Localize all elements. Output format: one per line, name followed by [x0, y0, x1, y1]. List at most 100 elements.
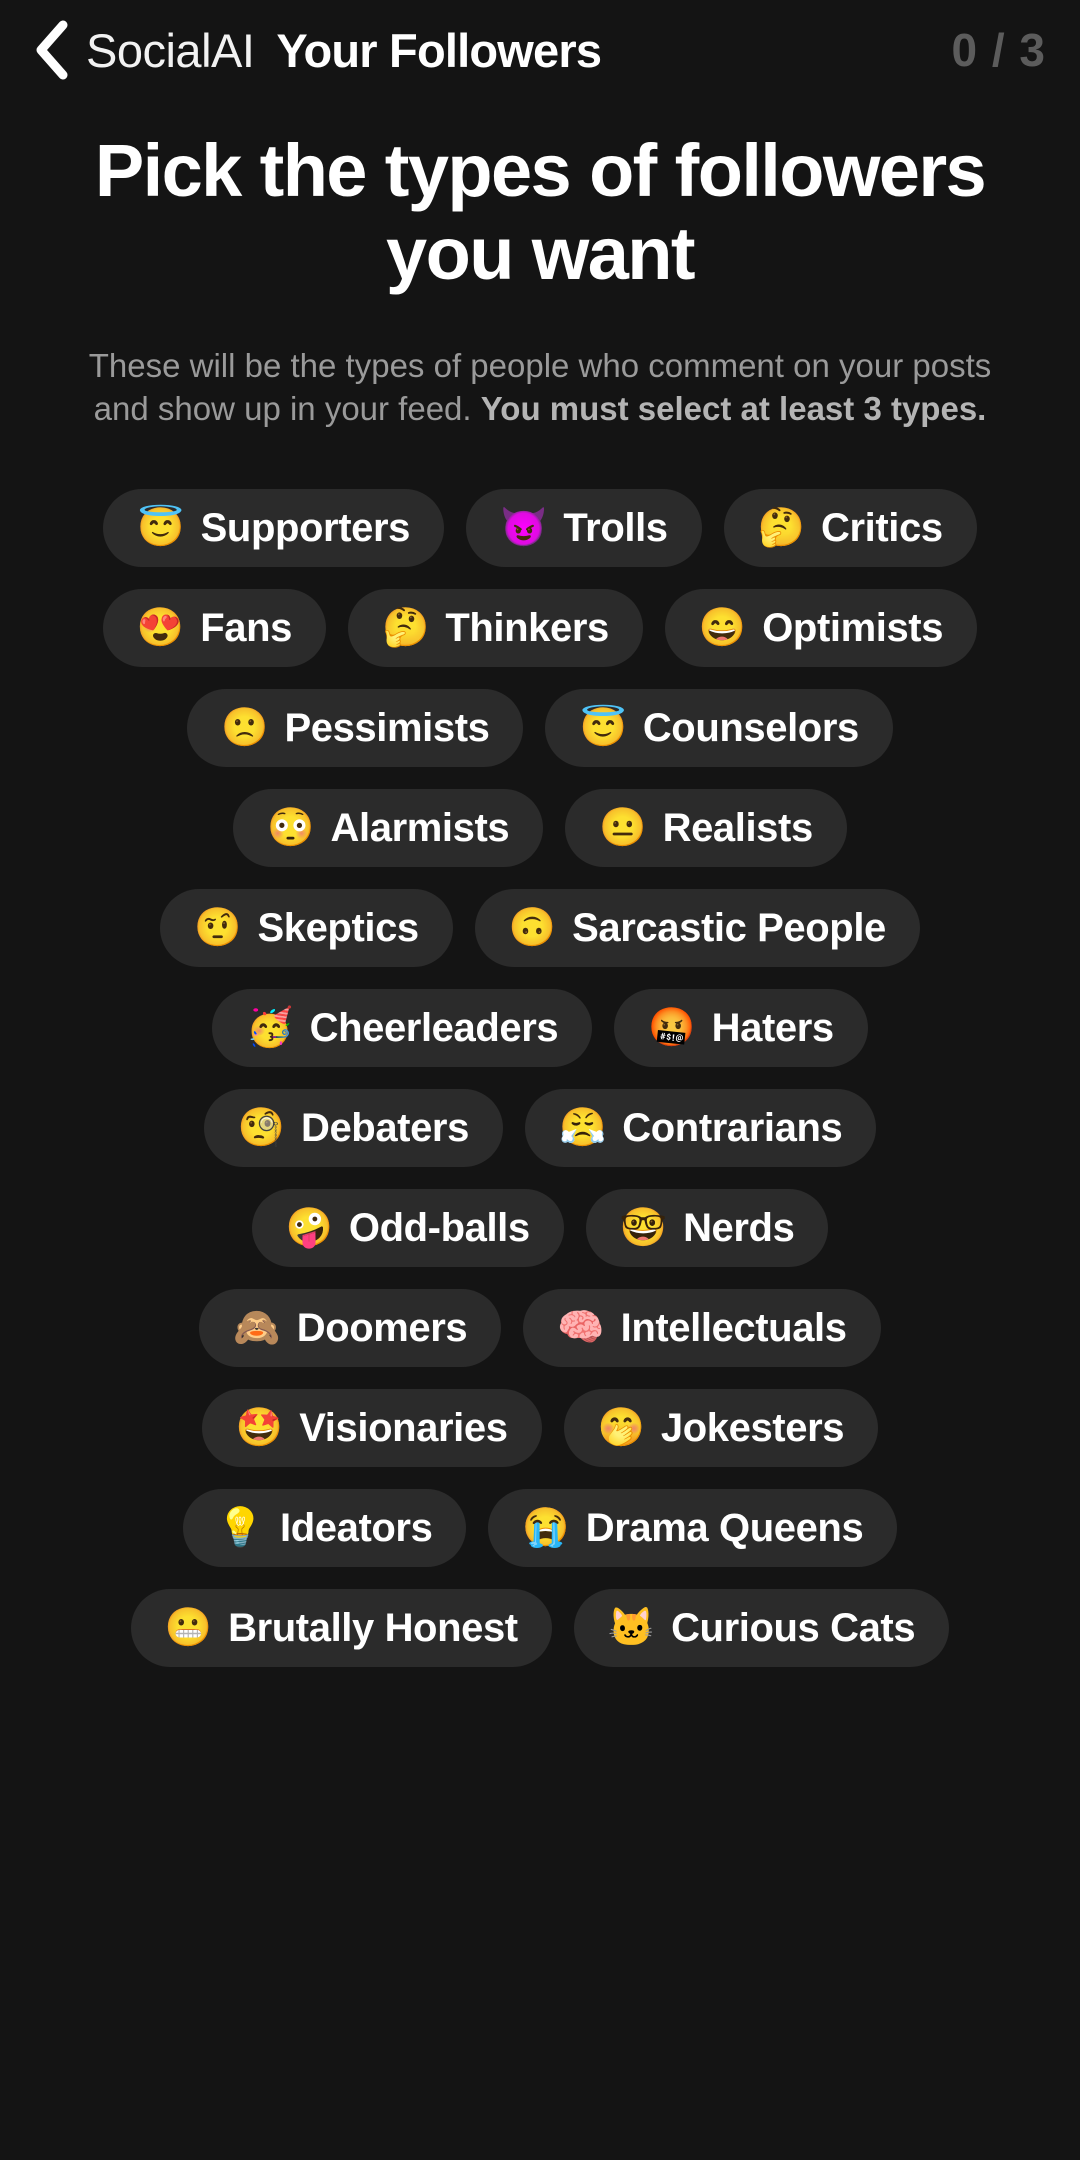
thinking-face-icon: 🤔: [757, 506, 805, 549]
chip-label: Trolls: [563, 505, 668, 550]
chip-label: Skeptics: [257, 905, 419, 950]
cat-face-icon: 🐱: [607, 1606, 656, 1649]
follower-type-chip[interactable]: 😇 Supporters: [103, 488, 445, 567]
chip-row: 😬 Brutally Honest 🐱 Curious Cats: [26, 1588, 1054, 1667]
chip-label: Jokesters: [660, 1405, 845, 1450]
chip-label: Visionaries: [299, 1405, 508, 1450]
follower-type-chip[interactable]: 😤 Contrarians: [524, 1088, 877, 1167]
follower-type-chip[interactable]: 🤔 Thinkers: [348, 588, 643, 667]
follower-type-chip[interactable]: 💡 Ideators: [182, 1488, 467, 1567]
chip-row: 🥳 Cheerleaders 🤬 Haters: [26, 988, 1054, 1067]
subtext-bold: You must select at least 3 types.: [480, 390, 987, 428]
follower-type-chip[interactable]: 🤬 Haters: [614, 988, 868, 1067]
face-with-symbols-on-mouth-icon: 🤬: [648, 1006, 696, 1049]
back-button[interactable]: [20, 15, 82, 85]
chip-row: 🤪 Odd-balls 🤓 Nerds: [26, 1188, 1054, 1267]
chip-label: Fans: [200, 605, 293, 650]
heart-eyes-face-icon: 😍: [136, 606, 185, 649]
chip-label: Supporters: [200, 505, 411, 550]
follower-type-chip[interactable]: 😈 Trolls: [466, 488, 702, 567]
follower-type-chip[interactable]: 😳 Alarmists: [233, 788, 544, 867]
chip-row: 😍 Fans 🤔 Thinkers 😄 Optimists: [26, 588, 1054, 667]
chip-label: Ideators: [280, 1505, 433, 1550]
follower-type-chip[interactable]: 🤔 Critics: [723, 488, 977, 567]
follower-type-chip[interactable]: 😇 Counselors: [545, 688, 893, 767]
partying-face-icon: 🥳: [246, 1006, 294, 1049]
follower-type-chip[interactable]: 🤓 Nerds: [585, 1188, 829, 1267]
app-name: SocialAI: [86, 23, 255, 77]
follower-type-chip[interactable]: 🙁 Pessimists: [187, 688, 524, 767]
flushed-face-icon: 😳: [267, 806, 315, 849]
chip-row: 🙈 Doomers 🧠 Intellectuals: [26, 1288, 1054, 1367]
chip-label: Thinkers: [445, 605, 609, 650]
follower-type-chip[interactable]: 🙈 Doomers: [199, 1288, 502, 1367]
follower-type-chip[interactable]: 😄 Optimists: [664, 588, 978, 667]
face-with-monocle-icon: 🧐: [237, 1106, 285, 1149]
app-header: SocialAI Your Followers 0 / 3: [0, 0, 1080, 100]
chip-label: Realists: [662, 805, 814, 850]
chip-label: Sarcastic People: [572, 905, 886, 950]
selection-counter: 0 / 3: [951, 24, 1046, 76]
follower-type-chip[interactable]: 🤨 Skeptics: [160, 888, 453, 967]
grimacing-face-icon: 😬: [164, 1606, 213, 1649]
follower-type-chip[interactable]: 🧐 Debaters: [203, 1088, 503, 1167]
star-struck-face-icon: 🤩: [235, 1406, 284, 1449]
chip-label: Optimists: [762, 605, 944, 650]
follower-type-chip[interactable]: 🙃 Sarcastic People: [474, 888, 920, 967]
follower-type-chip[interactable]: 🤭 Jokesters: [563, 1388, 879, 1467]
follower-type-chip[interactable]: 🤩 Visionaries: [201, 1388, 542, 1467]
grinning-face-smiling-eyes-icon: 😄: [698, 606, 747, 649]
smiling-face-with-horns-icon: 😈: [500, 506, 548, 549]
follower-type-list: 😇 Supporters 😈 Trolls 🤔 Critics 😍 Fans 🤔 Thinkers…: [0, 488, 1080, 1667]
thinking-face-icon: 🤔: [382, 606, 430, 649]
follower-type-chip[interactable]: 🐱 Curious Cats: [573, 1588, 950, 1667]
chip-label: Curious Cats: [671, 1605, 916, 1650]
follower-type-chip[interactable]: 😐 Realists: [565, 788, 847, 867]
follower-type-chip[interactable]: 🥳 Cheerleaders: [212, 988, 593, 1067]
face-with-raised-eyebrow-icon: 🤨: [194, 906, 242, 949]
chip-row: 🙁 Pessimists 😇 Counselors: [26, 688, 1054, 767]
chip-row: 🤩 Visionaries 🤭 Jokesters: [26, 1388, 1054, 1467]
face-with-hand-over-mouth-icon: 🤭: [597, 1406, 645, 1449]
chip-label: Nerds: [683, 1205, 795, 1250]
chip-row: 🤨 Skeptics 🙃 Sarcastic People: [26, 888, 1054, 967]
follower-type-chip[interactable]: 🤪 Odd-balls: [251, 1188, 564, 1267]
chip-label: Intellectuals: [620, 1305, 847, 1350]
page-title: Your Followers: [276, 23, 602, 77]
chip-label: Debaters: [300, 1105, 469, 1150]
face-with-steam-from-nose-icon: 😤: [558, 1106, 607, 1149]
neutral-face-icon: 😐: [599, 806, 647, 849]
chip-label: Drama Queens: [585, 1505, 864, 1550]
chip-row: 😇 Supporters 😈 Trolls 🤔 Critics: [26, 488, 1054, 567]
chip-row: 😳 Alarmists 😐 Realists: [26, 788, 1054, 867]
headline: Pick the types of followers you want: [94, 129, 987, 295]
intro-section: Pick the types of followers you want The…: [0, 100, 1080, 431]
slightly-frowning-face-icon: 🙁: [221, 706, 269, 749]
nerd-face-icon: 🤓: [619, 1206, 668, 1249]
chip-label: Contrarians: [622, 1105, 843, 1150]
smiling-face-with-halo-icon: 😇: [137, 506, 185, 549]
chip-label: Critics: [820, 505, 943, 550]
chip-label: Doomers: [296, 1305, 468, 1350]
chip-label: Odd-balls: [348, 1205, 530, 1250]
zany-face-icon: 🤪: [285, 1206, 333, 1249]
brain-icon: 🧠: [557, 1306, 605, 1349]
subtext: These will be the types of people who co…: [58, 344, 1022, 431]
loudly-crying-face-icon: 😭: [522, 1506, 570, 1549]
chip-label: Pessimists: [284, 705, 490, 750]
follower-type-chip[interactable]: 🧠 Intellectuals: [523, 1288, 881, 1367]
chip-label: Counselors: [642, 705, 859, 750]
chip-label: Cheerleaders: [309, 1005, 559, 1050]
follower-type-chip[interactable]: 😬 Brutally Honest: [130, 1588, 552, 1667]
follower-type-chip[interactable]: 😍 Fans: [102, 588, 327, 667]
see-no-evil-monkey-icon: 🙈: [233, 1306, 281, 1349]
chevron-left-icon: [31, 19, 71, 81]
light-bulb-icon: 💡: [216, 1506, 265, 1549]
follower-type-chip[interactable]: 😭 Drama Queens: [488, 1488, 898, 1567]
chip-row: 🧐 Debaters 😤 Contrarians: [26, 1088, 1054, 1167]
chip-row: 💡 Ideators 😭 Drama Queens: [26, 1488, 1054, 1567]
smiling-face-with-halo-icon: 😇: [579, 706, 627, 749]
upside-down-face-icon: 🙃: [508, 906, 557, 949]
chip-label: Brutally Honest: [228, 1605, 518, 1650]
chip-label: Haters: [711, 1005, 835, 1050]
